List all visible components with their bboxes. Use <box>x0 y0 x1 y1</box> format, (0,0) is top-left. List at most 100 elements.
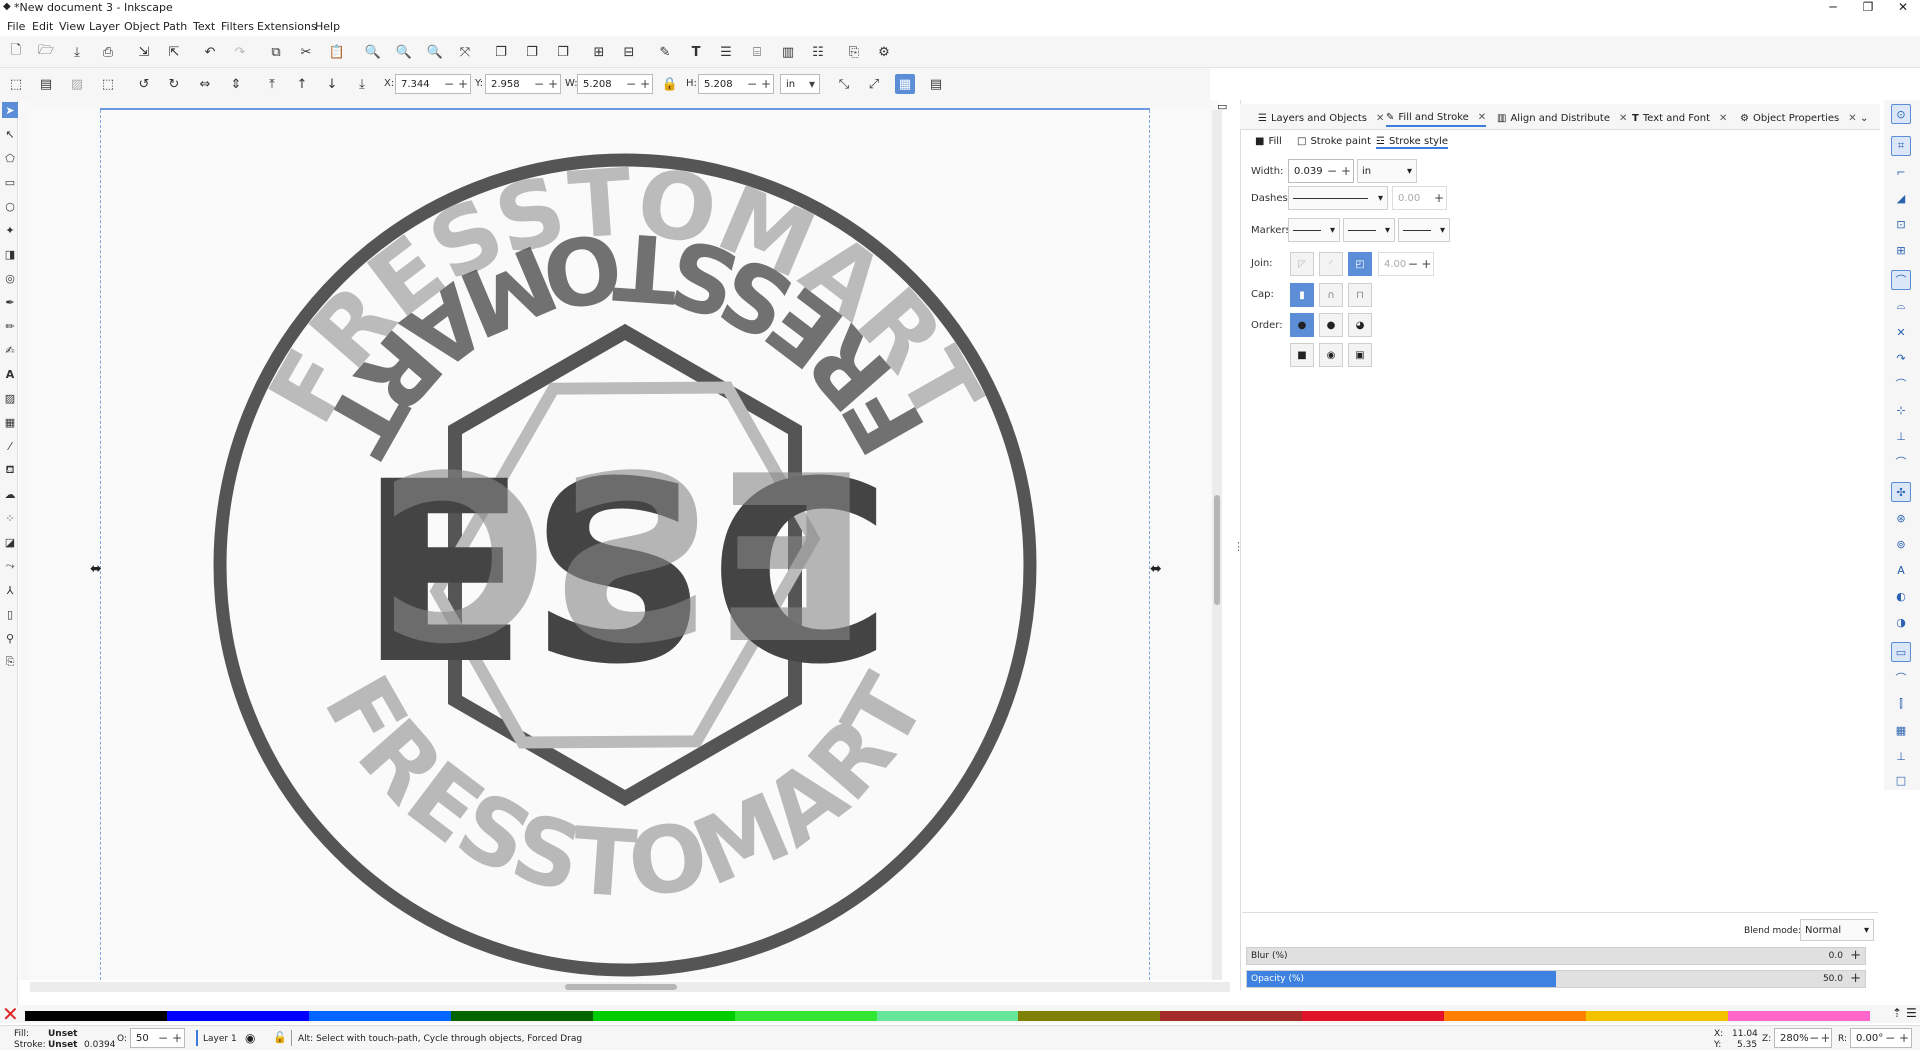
lock-icon[interactable]: 🔓 <box>273 1031 287 1044</box>
join-bevel-icon[interactable]: ◸ <box>1290 252 1314 276</box>
color-swatch[interactable] <box>450 1011 593 1021</box>
node-tool-icon[interactable]: ↖ <box>2 126 18 142</box>
zoom-tool-icon[interactable]: ⚲ <box>2 630 18 646</box>
subtab-stroke-style[interactable]: ☲ Stroke style <box>1376 136 1448 149</box>
layers-icon[interactable]: ☰ <box>716 42 736 62</box>
vertical-scroll-thumb[interactable] <box>1214 495 1220 605</box>
snap-others-icon[interactable]: ✣ <box>1891 482 1911 502</box>
plus-icon[interactable]: + <box>546 77 560 91</box>
snap-bbox-center-icon[interactable]: ⊞ <box>1891 240 1911 260</box>
minus-icon[interactable]: − <box>745 77 759 91</box>
lpe-tool-icon[interactable]: ⅄ <box>2 582 18 598</box>
width-field[interactable]: 0.039− + <box>1288 159 1354 183</box>
stroke-value[interactable]: Unset <box>48 1040 77 1050</box>
snap-page-border-icon[interactable]: ▭ <box>1891 642 1911 662</box>
close-icon[interactable]: ✕ <box>1619 113 1627 124</box>
close-icon[interactable]: ✕ <box>1376 113 1384 124</box>
minus-icon[interactable]: − <box>156 1031 170 1045</box>
undo-icon[interactable]: ↶ <box>200 42 220 62</box>
stroke-width-value[interactable]: 0.0394 <box>84 1040 116 1050</box>
snap-midpoint-icon[interactable]: ⊹ <box>1891 400 1911 420</box>
color-swatch[interactable] <box>1586 1011 1729 1021</box>
cap-square-icon[interactable]: ⊓ <box>1348 283 1372 307</box>
plus-icon[interactable]: + <box>170 1031 184 1045</box>
scale-handle-left-icon[interactable]: ⬌ <box>90 561 102 577</box>
group-icon[interactable]: ⊞ <box>589 42 609 62</box>
stamp-artwork[interactable]: FRESSTOMART FRESSTOMART FRESSTOMART ESC … <box>200 140 1050 990</box>
color-swatch[interactable] <box>1444 1011 1587 1021</box>
tab-text-font[interactable]: T Text and Font ✕ <box>1632 109 1727 127</box>
gradient-tool-icon[interactable]: ▨ <box>2 390 18 406</box>
w-field[interactable]: 5.208− + <box>577 74 653 94</box>
minus-icon[interactable]: − <box>1325 164 1339 178</box>
width-unit-select[interactable]: in ▾ <box>1357 159 1417 183</box>
h-field[interactable]: 5.208− + <box>698 74 774 94</box>
document-properties-icon[interactable]: ⎘ <box>844 42 864 62</box>
zoom-selection-icon[interactable]: 🔍 <box>363 42 383 62</box>
print-icon[interactable]: ⎙ <box>98 42 118 62</box>
color-swatch[interactable] <box>592 1011 735 1021</box>
lower-to-bottom-icon[interactable]: ⤓ <box>352 74 372 94</box>
order-stroke-markers-fill-icon[interactable]: ◉ <box>1319 343 1343 367</box>
close-icon[interactable]: ✕ <box>1848 113 1856 124</box>
snap-path-mask-icon[interactable]: ◐ <box>1891 586 1911 606</box>
export-icon[interactable]: ⇱ <box>164 42 184 62</box>
plus-icon[interactable]: + <box>1850 971 1861 986</box>
close-icon[interactable]: ✕ <box>1719 113 1727 124</box>
order-fill-markers-stroke-icon[interactable]: ◕ <box>1348 313 1372 337</box>
menu-file[interactable]: File <box>7 20 25 33</box>
close-icon[interactable]: ✕ <box>1478 112 1486 123</box>
snap-toggle-icon[interactable]: ⊙ <box>1891 104 1911 124</box>
import-icon[interactable]: ⇲ <box>134 42 154 62</box>
snap-distribution-icon[interactable]: □ <box>1891 770 1911 790</box>
plus-icon[interactable]: + <box>1897 1031 1911 1045</box>
plus-icon[interactable]: + <box>1420 257 1433 271</box>
color-swatch[interactable] <box>308 1011 451 1021</box>
xml-editor-icon[interactable]: ⌸ <box>747 42 767 62</box>
zoom-page-icon[interactable]: 🔍 <box>425 42 445 62</box>
subtab-fill[interactable]: ■ Fill <box>1255 136 1282 147</box>
palette-menu-icon[interactable]: ☰ <box>1906 1006 1917 1020</box>
rotate-cw-icon[interactable]: ↻ <box>164 74 184 94</box>
snap-bbox-edge-icon[interactable]: ⌐ <box>1891 162 1911 182</box>
snap-smooth-icon[interactable]: ⌒ <box>1891 374 1911 394</box>
miter-limit-field[interactable]: 4.00− + <box>1378 252 1434 276</box>
menu-help[interactable]: Help <box>315 20 340 33</box>
unit-select[interactable]: in ▾ <box>780 74 820 94</box>
rectangle-tool-icon[interactable]: ▭ <box>2 174 18 190</box>
transform-gradients-icon[interactable]: ▦ <box>895 74 915 94</box>
snap-path-clip-icon[interactable]: ◑ <box>1891 612 1911 632</box>
pages-tool-icon[interactable]: ⎘ <box>2 654 18 670</box>
color-swatch[interactable] <box>166 1011 309 1021</box>
vertical-scrollbar[interactable] <box>1212 110 1222 980</box>
calligraphy-tool-icon[interactable]: ✍ <box>2 342 18 358</box>
maximize-button[interactable]: ❐ <box>1853 0 1883 16</box>
tab-object-properties[interactable]: ⚙ Object Properties ✕ <box>1740 109 1857 127</box>
minus-icon[interactable]: − <box>1809 1031 1820 1045</box>
scale-stroke-icon[interactable]: ⤡ <box>834 74 854 94</box>
snap-text-baseline-icon[interactable]: A <box>1891 560 1911 580</box>
ungroup-icon[interactable]: ⊟ <box>619 42 639 62</box>
mesh-tool-icon[interactable]: ▦ <box>2 414 18 430</box>
flip-horizontal-icon[interactable]: ⇔ <box>195 74 215 94</box>
pen-tool-icon[interactable]: ✒ <box>2 294 18 310</box>
snap-tangent-icon[interactable]: ⌒ <box>1891 452 1911 472</box>
opacity-slider[interactable]: Opacity (%) 50.0 + <box>1246 970 1866 988</box>
no-paint-icon[interactable]: ✕ <box>2 1002 19 1026</box>
menu-text[interactable]: Text <box>193 20 215 33</box>
color-swatch[interactable] <box>1728 1011 1870 1021</box>
subtab-stroke-paint[interactable]: □ Stroke paint <box>1297 136 1371 147</box>
clone-icon[interactable]: ❐ <box>522 42 542 62</box>
tabs-overflow-icon[interactable]: ⌄ <box>1860 109 1868 127</box>
lock-ratio-icon[interactable]: 🔒 <box>660 74 680 94</box>
ellipse-tool-icon[interactable]: ○ <box>2 198 18 214</box>
minus-icon[interactable]: − <box>1883 1031 1897 1045</box>
3d-box-tool-icon[interactable]: ◨ <box>2 246 18 262</box>
scale-handle-right-icon[interactable]: ⬌ <box>1150 561 1162 577</box>
minus-icon[interactable]: − <box>624 77 638 91</box>
transform-patterns-icon[interactable]: ▤ <box>926 74 946 94</box>
mid-marker-select[interactable]: ▾ <box>1343 218 1395 242</box>
color-swatch[interactable] <box>1160 1011 1303 1021</box>
snap-cusp-icon[interactable]: ↷ <box>1891 348 1911 368</box>
color-swatch[interactable] <box>734 1011 877 1021</box>
